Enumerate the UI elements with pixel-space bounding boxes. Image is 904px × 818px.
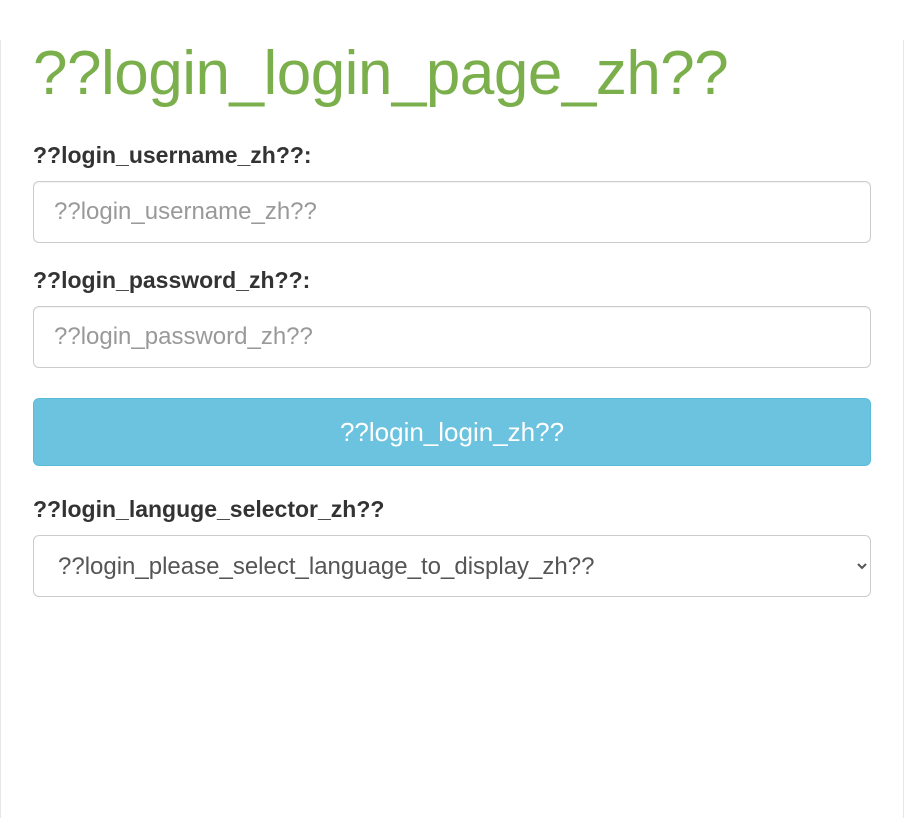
login-button[interactable]: ??login_login_zh?? (33, 398, 871, 466)
language-selector-label: ??login_languge_selector_zh?? (33, 496, 871, 523)
username-label: ??login_username_zh??: (33, 142, 871, 169)
language-group: ??login_languge_selector_zh?? ??login_pl… (33, 496, 871, 597)
password-input[interactable] (33, 306, 871, 368)
username-group: ??login_username_zh??: (33, 142, 871, 243)
language-select[interactable]: ??login_please_select_language_to_displa… (33, 535, 871, 597)
page-title: ??login_login_page_zh?? (33, 40, 871, 108)
password-group: ??login_password_zh??: (33, 267, 871, 368)
password-label: ??login_password_zh??: (33, 267, 871, 294)
username-input[interactable] (33, 181, 871, 243)
